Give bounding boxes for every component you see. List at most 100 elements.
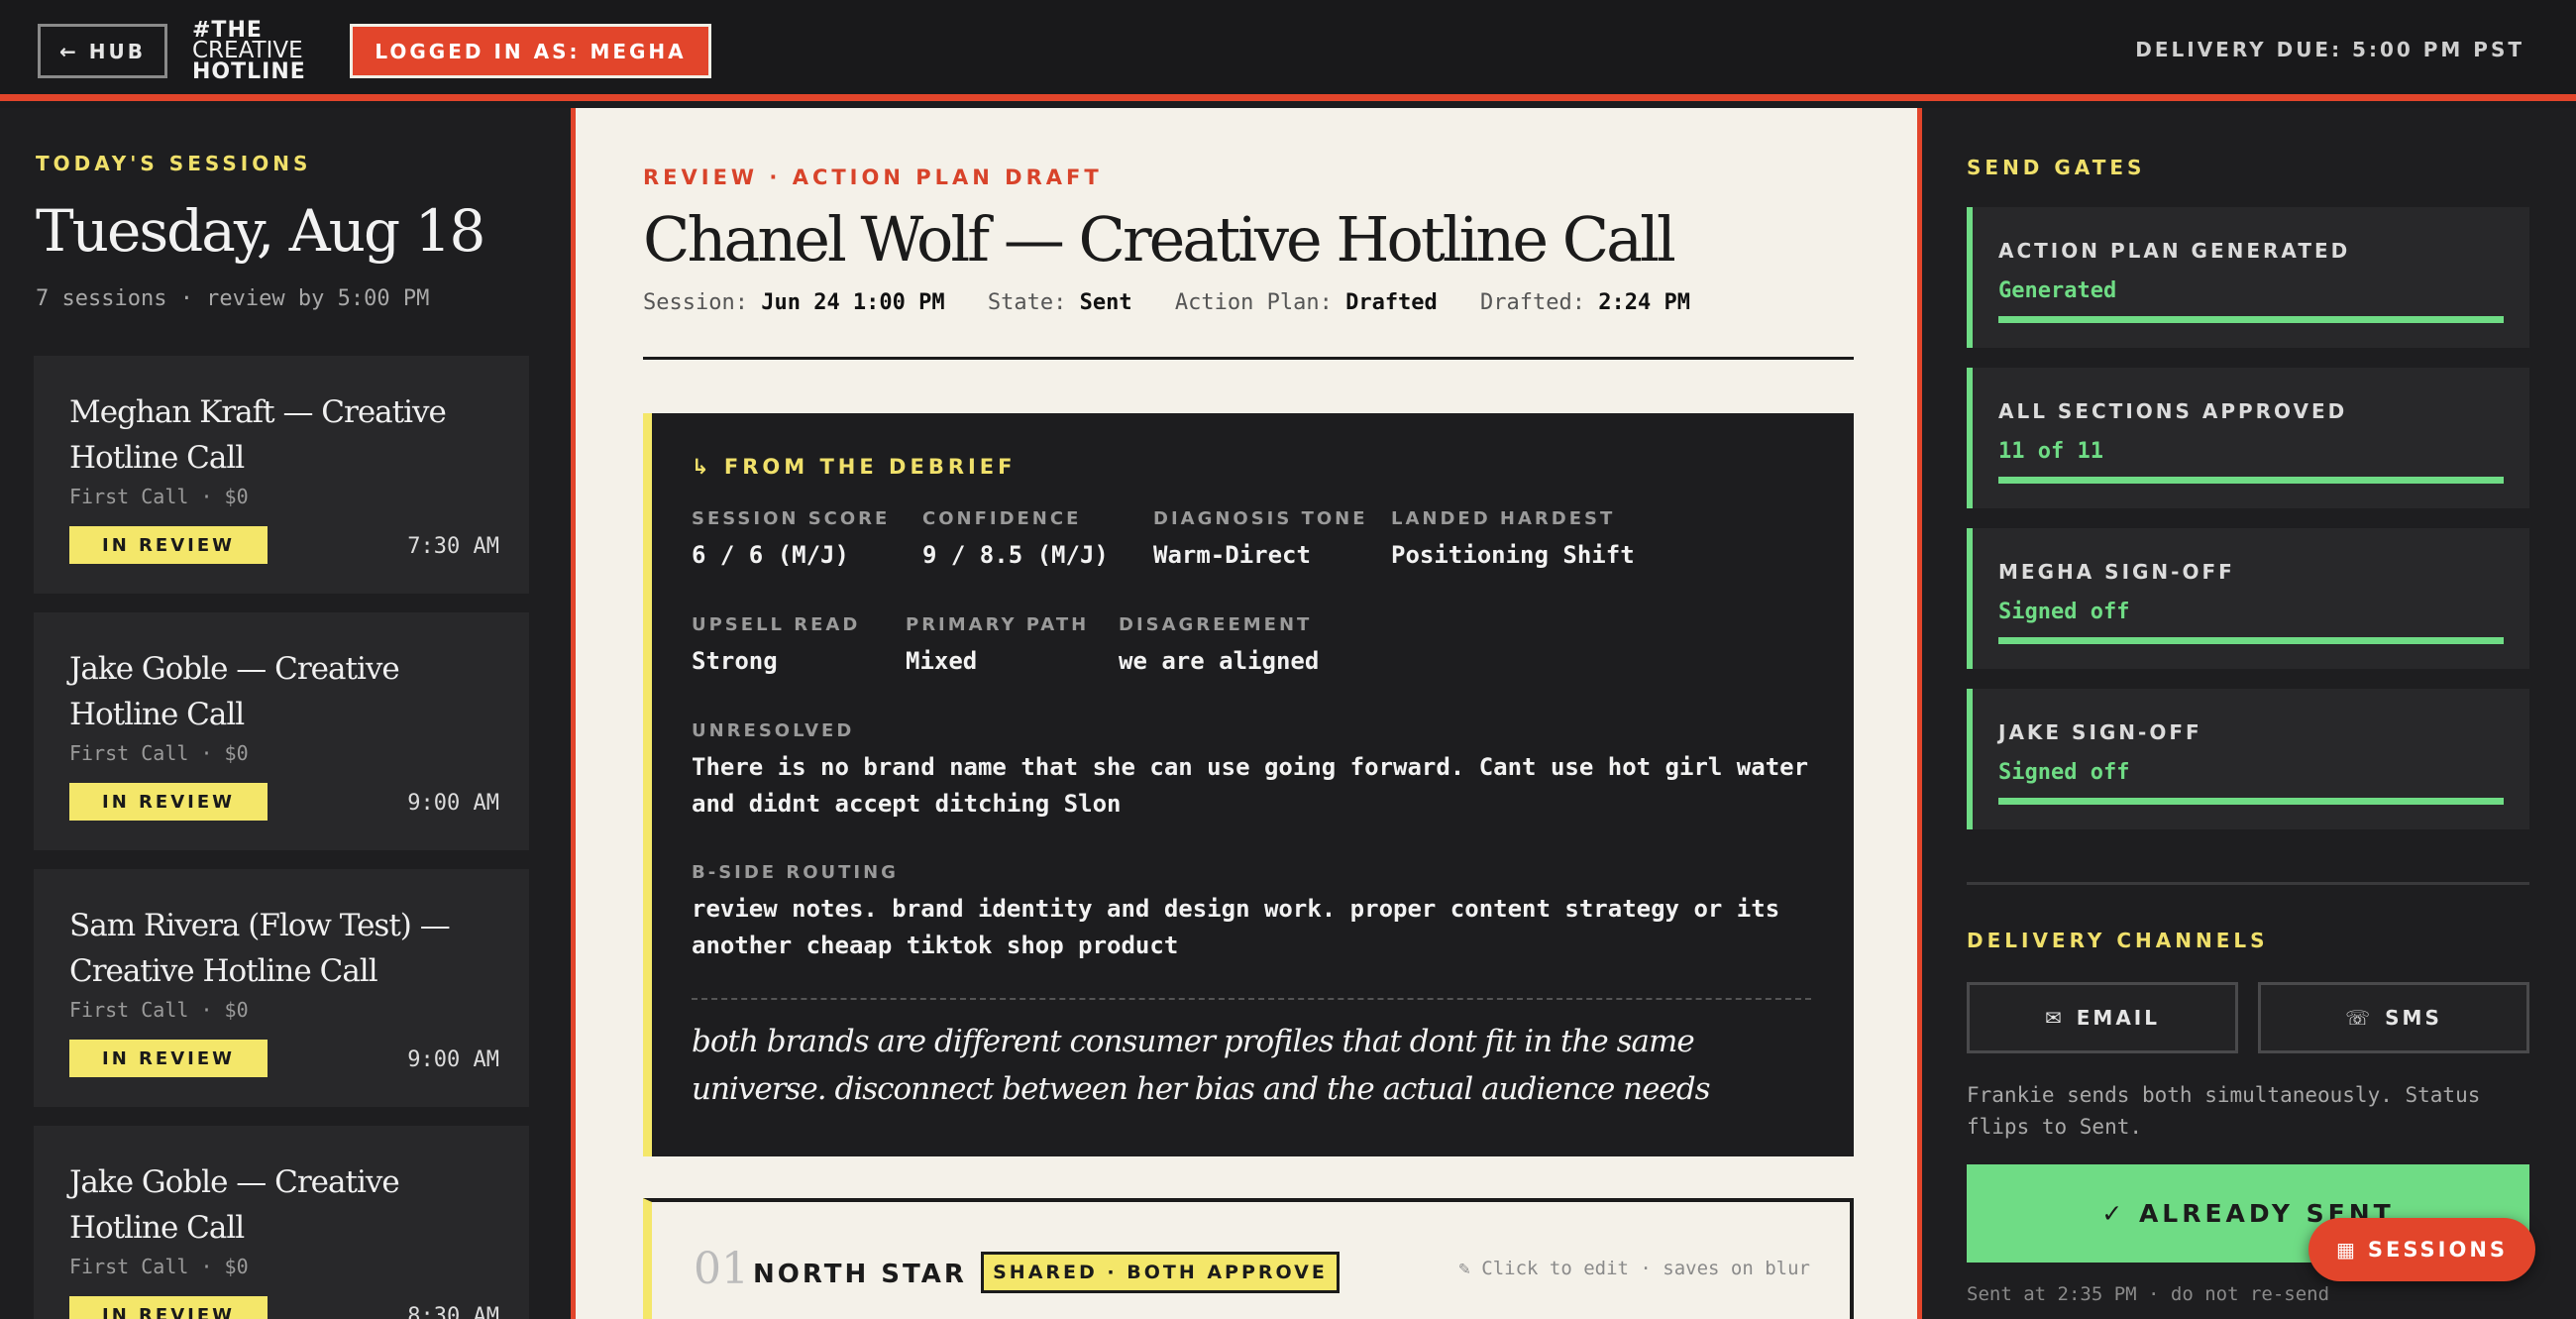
plan-label: Action Plan: <box>1174 290 1333 315</box>
debrief-panel: ↳ FROM THE DEBRIEF SESSION SCORE 6 / 6 (… <box>643 413 1854 1156</box>
field-value: review notes. brand identity and design … <box>692 895 1780 959</box>
state-label: State: <box>987 290 1067 315</box>
action-plan-review: REVIEW · ACTION PLAN DRAFT Chanel Wolf —… <box>571 108 1922 1319</box>
calendar-icon: ▦ <box>2335 1238 2358 1262</box>
top-bar: ← HUB #THE CREATIVE HOTLINE LOGGED IN AS… <box>0 0 2576 101</box>
sms-channel-button[interactable]: ☏ SMS <box>2258 982 2529 1053</box>
session-time: 7:30 AM <box>407 534 499 559</box>
field-label: DIAGNOSIS TONE <box>1153 508 1368 529</box>
gate-megha-signoff: MEGHA SIGN-OFF Signed off <box>1967 528 2529 669</box>
session-sub: First Call · $0 <box>69 741 249 765</box>
brand-line-2: CREATIVE <box>192 38 303 63</box>
approval-badge: SHARED · BOTH APPROVE <box>981 1252 1340 1293</box>
send-panel: SEND GATES ACTION PLAN GENERATED Generat… <box>1922 108 2576 1319</box>
brand-logo: #THE CREATIVE HOTLINE <box>192 20 306 84</box>
divider <box>1967 882 2529 885</box>
session-label: Session: <box>643 290 748 315</box>
session-sub: First Call · $0 <box>69 998 249 1022</box>
upsell-read-field: UPSELL READ Strong <box>692 614 860 680</box>
sessions-fab-button[interactable]: ▦ SESSIONS <box>2308 1218 2535 1281</box>
session-time: 8:30 AM <box>407 1304 499 1319</box>
gate-sections-approved: ALL SECTIONS APPROVED 11 of 11 <box>1967 368 2529 508</box>
field-label: CONFIDENCE <box>922 508 1082 529</box>
field-value: Strong <box>692 647 778 675</box>
session-title: Jake Goble — Creative Hotline Call <box>69 1164 400 1246</box>
dashed-divider <box>692 998 1811 1000</box>
status-badge: IN REVIEW <box>69 783 268 821</box>
gate-progress-bar <box>1998 477 2504 484</box>
section-card-north-star[interactable]: 01 NORTH STAR SHARED · BOTH APPROVE ✎ Cl… <box>643 1198 1854 1319</box>
field-label: DISAGREEMENT <box>1119 614 1313 635</box>
session-time: 9:00 AM <box>407 791 499 816</box>
state-value: Sent <box>1079 290 1132 315</box>
field-value: There is no brand name that she can use … <box>692 753 1809 818</box>
b-side-routing-field: B-SIDE ROUTING review notes. brand ident… <box>692 862 1821 964</box>
field-value: Positioning Shift <box>1391 541 1635 569</box>
gate-value: Signed off <box>1998 760 2130 785</box>
session-value: Jun 24 1:00 PM <box>761 290 945 315</box>
hub-back-button[interactable]: ← HUB <box>38 24 167 78</box>
gate-progress-bar <box>1998 798 2504 805</box>
unresolved-field: UNRESOLVED There is no brand name that s… <box>692 720 1821 823</box>
debrief-quote: both brands are different consumer profi… <box>692 1024 1711 1107</box>
phone-icon: ☏ <box>2345 1006 2374 1030</box>
drafted-value: 2:24 PM <box>1598 290 1690 315</box>
session-sub: First Call · $0 <box>69 485 249 508</box>
sessions-fab-label: SESSIONS <box>2367 1238 2509 1262</box>
review-eyebrow: REVIEW · ACTION PLAN DRAFT <box>643 165 1103 189</box>
diagnosis-tone-field: DIAGNOSIS TONE Warm-Direct <box>1153 508 1368 574</box>
session-title: Sam Rivera (Flow Test) — Creative Hotlin… <box>69 908 451 989</box>
edit-hint: ✎ Click to edit · saves on blur <box>1458 1258 1810 1279</box>
session-card[interactable]: Sam Rivera (Flow Test) — Creative Hotlin… <box>34 869 529 1107</box>
disagreement-field: DISAGREEMENT we are aligned <box>1119 614 1319 680</box>
gate-progress-bar <box>1998 637 2504 644</box>
session-title: Meghan Kraft — Creative Hotline Call <box>69 394 447 476</box>
gate-jake-signoff: JAKE SIGN-OFF Signed off <box>1967 689 2529 829</box>
section-number: 01 <box>694 1244 749 1294</box>
send-gates-eyebrow: SEND GATES <box>1967 156 2146 179</box>
field-label: SESSION SCORE <box>692 508 891 529</box>
field-label: UNRESOLVED <box>692 720 855 741</box>
delivery-due: DELIVERY DUE: 5:00 PM PST <box>2135 38 2524 61</box>
session-card[interactable]: Jake Goble — Creative Hotline Call First… <box>34 612 529 850</box>
gate-value: 11 of 11 <box>1998 439 2103 464</box>
session-score-field: SESSION SCORE 6 / 6 (M/J) <box>692 508 890 574</box>
field-value: we are aligned <box>1119 647 1320 675</box>
field-label: UPSELL READ <box>692 614 861 635</box>
status-badge: IN REVIEW <box>69 1040 268 1077</box>
field-label: B-SIDE ROUTING <box>692 862 899 883</box>
session-card[interactable]: Jake Goble — Creative Hotline Call First… <box>34 1126 529 1319</box>
delivery-channels-eyebrow: DELIVERY CHANNELS <box>1967 929 2269 952</box>
envelope-icon: ✉ <box>2045 1006 2065 1030</box>
field-label: PRIMARY PATH <box>906 614 1090 635</box>
session-title: Jake Goble — Creative Hotline Call <box>69 651 400 732</box>
gate-action-plan: ACTION PLAN GENERATED Generated <box>1967 207 2529 348</box>
gate-label: ACTION PLAN GENERATED <box>1998 239 2351 263</box>
field-value: 6 / 6 (M/J) <box>692 541 849 569</box>
session-sub: First Call · $0 <box>69 1255 249 1278</box>
email-label: EMAIL <box>2076 1006 2160 1030</box>
brand-line-3: HOTLINE <box>192 59 306 84</box>
session-card[interactable]: Meghan Kraft — Creative Hotline Call Fir… <box>34 356 529 594</box>
email-channel-button[interactable]: ✉ EMAIL <box>1967 982 2238 1053</box>
field-value: 9 / 8.5 (M/J) <box>922 541 1109 569</box>
session-time: 9:00 AM <box>407 1047 499 1072</box>
divider <box>643 357 1854 360</box>
field-label: LANDED HARDEST <box>1391 508 1616 529</box>
sms-label: SMS <box>2385 1006 2442 1030</box>
gate-label: JAKE SIGN-OFF <box>1998 720 2202 744</box>
gate-value: Generated <box>1998 278 2117 303</box>
field-value: Mixed <box>906 647 978 675</box>
gate-progress-bar <box>1998 316 2504 323</box>
field-value: Warm-Direct <box>1153 541 1311 569</box>
confidence-field: CONFIDENCE 9 / 8.5 (M/J) <box>922 508 1109 574</box>
primary-path-field: PRIMARY PATH Mixed <box>906 614 1089 680</box>
logged-in-badge: LOGGED IN AS: MEGHA <box>350 24 711 78</box>
status-badge: IN REVIEW <box>69 526 268 564</box>
landed-hardest-field: LANDED HARDEST Positioning Shift <box>1391 508 1635 574</box>
session-meta-line: Session: Jun 24 1:00 PM State: Sent Acti… <box>643 290 1720 315</box>
sidebar-meta: 7 sessions · review by 5:00 PM <box>36 286 430 311</box>
sent-timestamp: Sent at 2:35 PM · do not re-send <box>1967 1283 2330 1305</box>
section-title: NORTH STAR <box>753 1260 967 1289</box>
debrief-heading: ↳ FROM THE DEBRIEF <box>692 455 1017 479</box>
